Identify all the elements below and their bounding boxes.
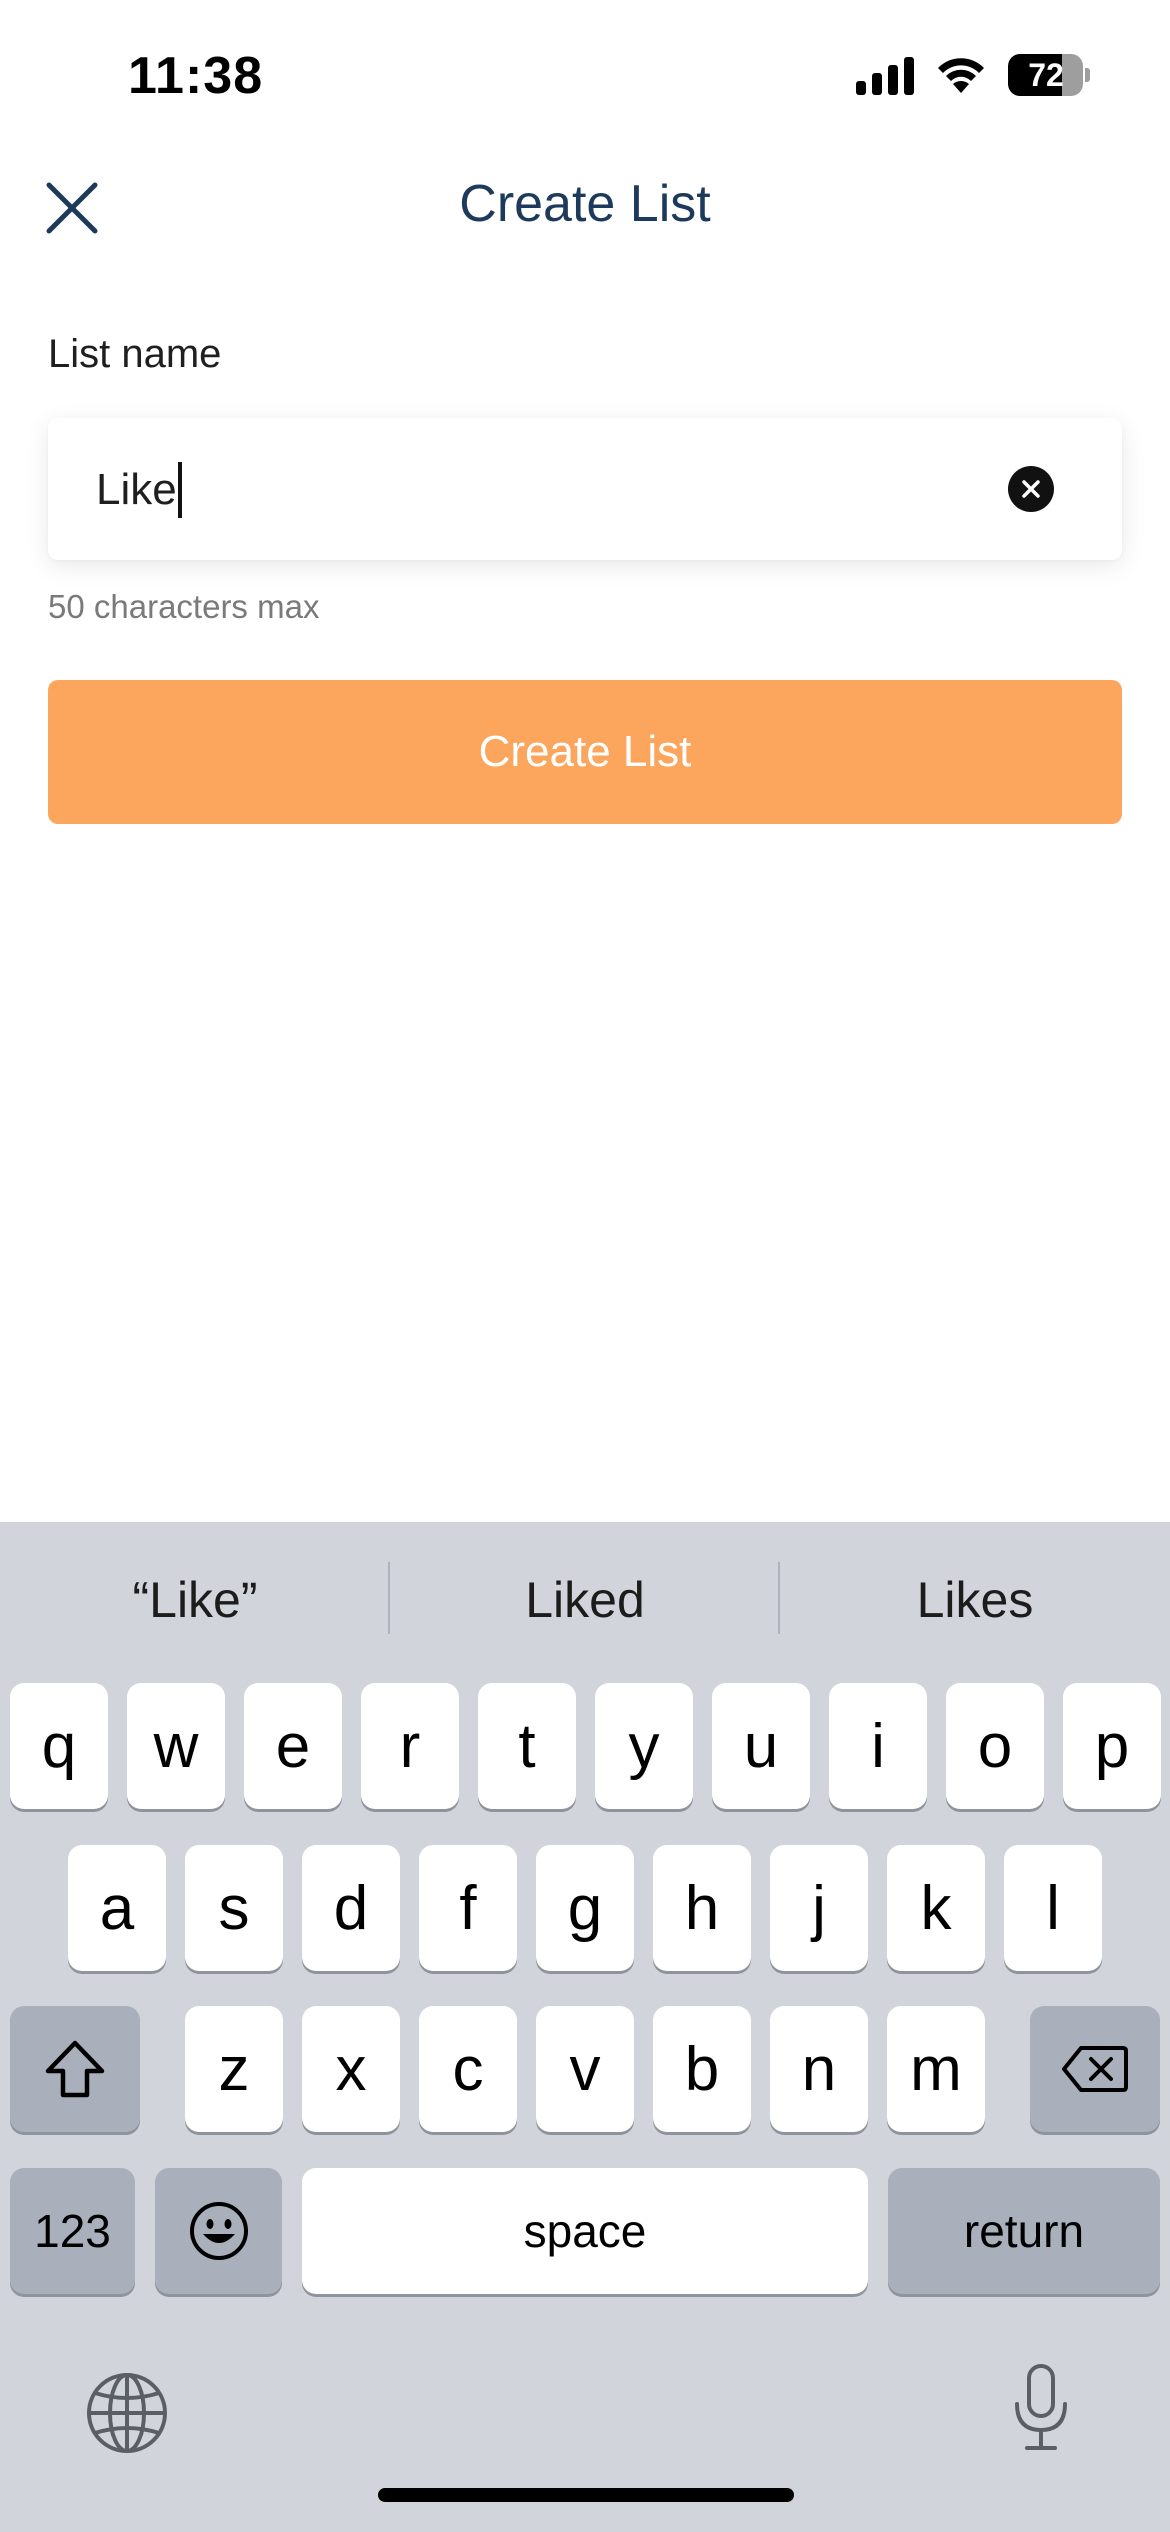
space-key[interactable]: space [302, 2168, 868, 2294]
battery-level-text: 72 [1028, 57, 1064, 93]
list-name-input[interactable]: Like [48, 418, 1122, 560]
key-x[interactable]: x [302, 2006, 400, 2132]
key-h[interactable]: h [653, 1845, 751, 1971]
return-key[interactable]: return [888, 2168, 1160, 2294]
key-n[interactable]: n [770, 2006, 868, 2132]
helper-text: 50 characters max [48, 588, 320, 625]
key-l[interactable]: l [1004, 1845, 1102, 1971]
key-v[interactable]: v [536, 2006, 634, 2132]
delete-key[interactable] [1030, 2006, 1160, 2132]
shift-key[interactable] [10, 2006, 140, 2132]
key-d[interactable]: d [302, 1845, 400, 1971]
status-icons: 72 [856, 54, 1090, 96]
page-title: Create List [459, 175, 711, 233]
delete-icon [1062, 2046, 1128, 2092]
list-name-value: Like [96, 465, 177, 514]
create-list-button[interactable]: Create List [48, 680, 1122, 824]
key-u[interactable]: u [712, 1683, 810, 1809]
numbers-key[interactable]: 123 [10, 2168, 135, 2294]
key-a[interactable]: a [68, 1845, 166, 1971]
key-k[interactable]: k [887, 1845, 985, 1971]
globe-icon [87, 2373, 167, 2453]
microphone-button[interactable] [996, 2358, 1086, 2458]
suggestion-3[interactable]: Likes [780, 1522, 1170, 1678]
suggestion-2[interactable]: Liked [390, 1522, 780, 1678]
key-p[interactable]: p [1063, 1683, 1161, 1809]
key-o[interactable]: o [946, 1683, 1044, 1809]
key-z[interactable]: z [185, 2006, 283, 2132]
emoji-key[interactable] [155, 2168, 282, 2294]
text-cursor [177, 462, 182, 518]
wifi-icon [936, 55, 986, 95]
battery-icon: 72 [1008, 54, 1090, 96]
nav-header: Create List [0, 160, 1170, 250]
clear-icon [1022, 480, 1040, 498]
key-r[interactable]: r [361, 1683, 459, 1809]
key-m[interactable]: m [887, 2006, 985, 2132]
key-q[interactable]: q [10, 1683, 108, 1809]
home-indicator [378, 2488, 794, 2502]
signal-icon [856, 55, 914, 95]
key-j[interactable]: j [770, 1845, 868, 1971]
clear-input-button[interactable] [1008, 466, 1054, 512]
suggestion-1[interactable]: “Like” [0, 1522, 390, 1678]
list-name-label: List name [48, 332, 222, 376]
keyboard: “Like” Liked Likes q w e r t y u i o p a… [0, 1522, 1170, 2532]
suggestion-bar: “Like” Liked Likes [0, 1522, 1170, 1678]
key-b[interactable]: b [653, 2006, 751, 2132]
key-e[interactable]: e [244, 1683, 342, 1809]
globe-button[interactable] [80, 2366, 174, 2460]
status-bar: 11:38 72 [0, 0, 1170, 150]
key-w[interactable]: w [127, 1683, 225, 1809]
emoji-icon [189, 2202, 248, 2260]
key-t[interactable]: t [478, 1683, 576, 1809]
key-s[interactable]: s [185, 1845, 283, 1971]
shift-icon [45, 2040, 105, 2098]
microphone-icon [1015, 2364, 1067, 2450]
key-i[interactable]: i [829, 1683, 927, 1809]
key-c[interactable]: c [419, 2006, 517, 2132]
key-y[interactable]: y [595, 1683, 693, 1809]
key-f[interactable]: f [419, 1845, 517, 1971]
status-time: 11:38 [128, 47, 264, 105]
key-g[interactable]: g [536, 1845, 634, 1971]
